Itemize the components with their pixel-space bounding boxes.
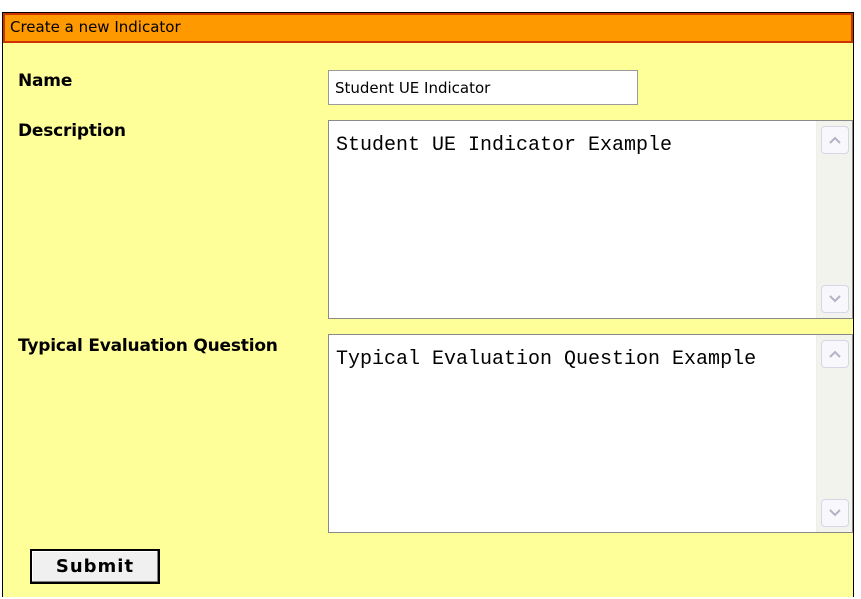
page: Create a new Indicator Name Description … <box>0 0 861 599</box>
description-scroll-down-button[interactable] <box>821 285 849 313</box>
question-textarea[interactable]: Typical Evaluation Question Example <box>329 335 814 532</box>
chevron-down-icon <box>829 295 841 303</box>
question-scroll-down-button[interactable] <box>821 499 849 527</box>
question-label: Typical Evaluation Question <box>18 336 278 356</box>
question-field[interactable]: Typical Evaluation Question Example <box>328 334 853 533</box>
name-input[interactable] <box>328 70 638 105</box>
create-indicator-form: Create a new Indicator Name Description … <box>2 12 854 597</box>
description-label: Description <box>18 121 126 141</box>
name-label: Name <box>18 71 73 91</box>
submit-button[interactable]: Submit <box>30 549 160 584</box>
form-title: Create a new Indicator <box>10 18 181 36</box>
description-scrollbar[interactable] <box>816 121 852 318</box>
question-scrollbar[interactable] <box>816 335 852 532</box>
chevron-up-icon <box>829 136 841 144</box>
description-textarea[interactable]: Student UE Indicator Example <box>329 121 814 318</box>
description-field[interactable]: Student UE Indicator Example <box>328 120 853 319</box>
description-scroll-up-button[interactable] <box>821 126 849 154</box>
question-scroll-up-button[interactable] <box>821 340 849 368</box>
form-title-bar: Create a new Indicator <box>3 13 853 43</box>
chevron-up-icon <box>829 350 841 358</box>
chevron-down-icon <box>829 509 841 517</box>
